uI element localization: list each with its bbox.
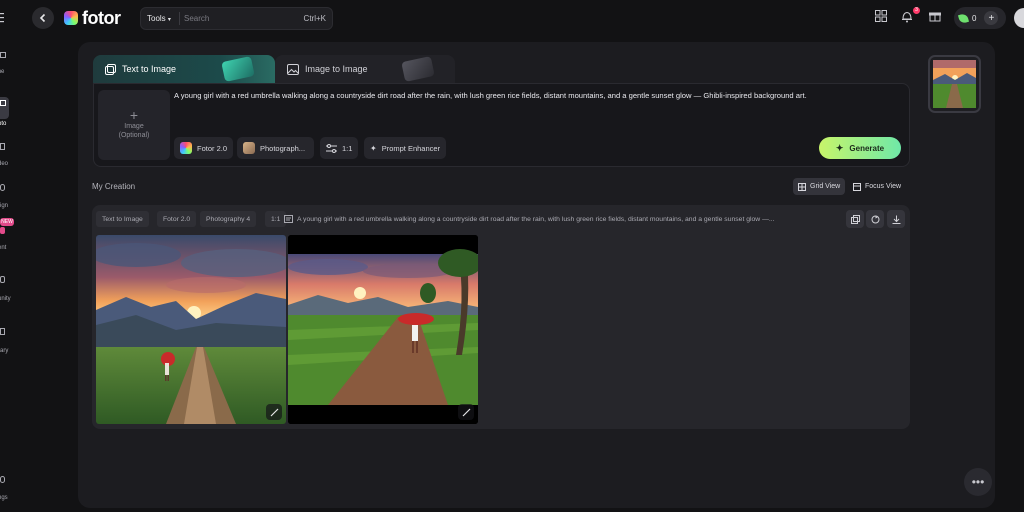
generate-button[interactable]: ✦ Generate xyxy=(819,137,901,159)
upload-label: Image xyxy=(124,122,144,130)
model-selector[interactable]: Fotor 2.0 xyxy=(174,137,234,159)
prompt-enhancer-button[interactable]: ✦ Prompt Enhancer xyxy=(364,137,447,159)
model-icon xyxy=(180,142,192,154)
grid-icon xyxy=(798,182,806,191)
grid-view-button[interactable]: Grid View xyxy=(793,178,846,195)
tools-dropdown[interactable]: Tools ▾ xyxy=(141,14,179,23)
rail-item-community[interactable]: unity xyxy=(0,276,16,302)
rail-item-library[interactable]: rary xyxy=(0,328,16,354)
style-selector[interactable]: Photograph... xyxy=(237,137,314,159)
photo-icon xyxy=(0,100,6,106)
rail-item-label: ngs xyxy=(0,495,8,501)
bell-icon[interactable] xyxy=(900,10,914,24)
back-button[interactable] xyxy=(32,7,54,29)
rail-item-content[interactable]: ent xyxy=(0,227,16,251)
style-thumb-icon xyxy=(243,142,255,154)
settings-icon xyxy=(0,476,5,483)
text-icon xyxy=(284,215,293,223)
upload-sub-label: (Optional) xyxy=(118,131,150,139)
rail-item-label: oto xyxy=(0,121,7,127)
fotor-logo[interactable]: fotor xyxy=(64,7,121,28)
focus-view-button[interactable]: Focus View xyxy=(848,178,906,195)
generate-label: Generate xyxy=(849,143,885,153)
tab-text-to-image[interactable]: Text to Image xyxy=(93,55,275,83)
tab-label: Image to Image xyxy=(305,64,368,74)
rail-item-settings[interactable]: ngs xyxy=(0,476,16,501)
deco-card-icon xyxy=(401,56,435,82)
prompt-input[interactable]: A young girl with a red umbrella walking… xyxy=(174,90,894,101)
recent-thumbnail[interactable] xyxy=(928,55,981,113)
content-icon xyxy=(0,227,5,234)
meta-model-tag: Fotor 2.0 xyxy=(157,211,197,227)
new-badge: NEW xyxy=(0,218,14,226)
rail-item-home[interactable]: me xyxy=(0,52,16,75)
sparkle-icon: ✦ xyxy=(370,143,377,153)
regenerate-button[interactable] xyxy=(866,210,884,228)
meta-prompt-text: A young girl with a red umbrella walking… xyxy=(297,215,775,223)
rail-item-video[interactable]: deo xyxy=(0,143,16,167)
search-input[interactable]: Search xyxy=(180,14,304,23)
notification-badge: 3 xyxy=(913,7,920,14)
ratio-label: 1:1 xyxy=(342,143,353,153)
tab-image-to-image[interactable]: Image to Image xyxy=(275,55,455,83)
magic-wand-icon: ✦ xyxy=(835,142,844,153)
tab-label: Text to Image xyxy=(122,64,177,74)
tools-label: Tools xyxy=(147,14,166,23)
rail-item-photo[interactable]: oto xyxy=(0,100,16,127)
rail-item-design[interactable]: sign xyxy=(0,184,16,209)
home-icon xyxy=(0,52,6,58)
menu-icon[interactable] xyxy=(0,11,5,23)
search-shortcut: Ctrl+K xyxy=(303,14,326,23)
copy-button[interactable] xyxy=(846,210,864,228)
meta-prompt: A young girl with a red umbrella walking… xyxy=(284,211,840,227)
brush-icon[interactable] xyxy=(458,404,474,420)
community-icon xyxy=(0,276,5,283)
ellipsis-icon: ••• xyxy=(971,475,985,489)
rail-item-label: rary xyxy=(0,348,9,354)
gift-icon[interactable] xyxy=(928,10,942,24)
generated-image-2[interactable] xyxy=(288,235,478,424)
model-label: Fotor 2.0 xyxy=(197,143,228,153)
add-credits-icon[interactable]: + xyxy=(984,11,999,25)
enhancer-label: Prompt Enhancer xyxy=(381,143,441,153)
rail-item-label: ent xyxy=(0,245,7,251)
rail-item-label: unity xyxy=(0,296,11,302)
library-icon xyxy=(0,328,5,335)
deco-card-icon xyxy=(221,56,255,82)
chevron-left-icon xyxy=(39,13,46,23)
ratio-selector[interactable]: 1:1 xyxy=(320,137,359,159)
video-icon xyxy=(0,143,5,150)
design-icon xyxy=(0,184,5,191)
copy-icon xyxy=(850,214,860,224)
rail-item-label: deo xyxy=(0,161,9,167)
logo-mark-icon xyxy=(64,11,78,25)
grid-view-label: Grid View xyxy=(810,183,841,190)
sliders-icon xyxy=(326,143,337,153)
focus-icon xyxy=(853,182,861,191)
image-upload[interactable]: + Image (Optional) xyxy=(98,90,170,160)
apps-grid-icon[interactable] xyxy=(874,10,888,24)
style-label: Photograph... xyxy=(260,143,306,153)
image-icon xyxy=(287,63,299,75)
meta-style-tag: Photography 4 xyxy=(200,211,257,227)
leaf-icon xyxy=(957,12,970,24)
section-title: My Creation xyxy=(92,182,136,191)
search-bar[interactable]: Tools ▾ Search Ctrl+K xyxy=(140,7,333,30)
logo-text: fotor xyxy=(82,7,121,28)
plus-icon: + xyxy=(129,106,139,123)
credits-count: 0 xyxy=(972,13,977,23)
brush-icon[interactable] xyxy=(266,404,282,420)
meta-mode-tag: Text to Image xyxy=(96,211,149,227)
refresh-icon xyxy=(871,215,879,223)
focus-view-label: Focus View xyxy=(865,183,902,190)
rail-item-label: me xyxy=(0,69,5,75)
credits-pill[interactable]: 0 + xyxy=(954,7,1006,29)
more-options-button[interactable]: ••• xyxy=(964,468,992,496)
generated-image-1[interactable] xyxy=(96,235,286,424)
text-image-icon xyxy=(105,63,116,75)
download-icon xyxy=(892,215,900,224)
chevron-down-icon: ▾ xyxy=(167,17,171,23)
rail-item-label: sign xyxy=(0,203,9,209)
download-button[interactable] xyxy=(887,210,905,228)
